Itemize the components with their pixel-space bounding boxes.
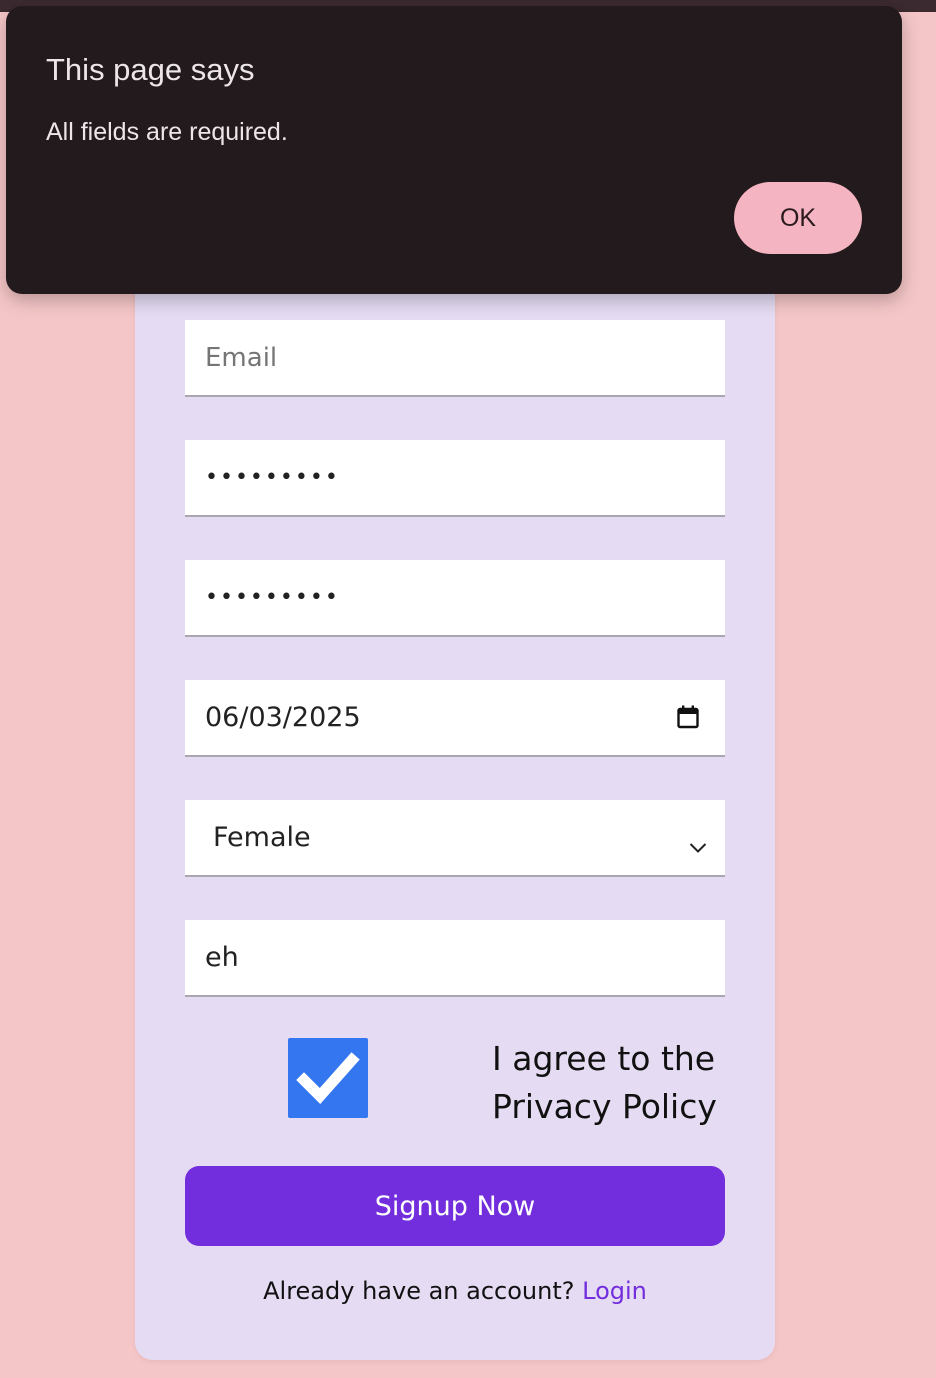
- chevron-down-icon: [689, 830, 707, 853]
- signup-button[interactable]: Signup Now: [185, 1166, 725, 1246]
- extra-text-value: eh: [205, 942, 239, 973]
- password-field[interactable]: •••••••••: [185, 440, 725, 517]
- email-field[interactable]: Email: [185, 320, 725, 397]
- login-link[interactable]: Login: [582, 1277, 647, 1305]
- ok-button[interactable]: OK: [734, 182, 862, 254]
- agree-label: I agree to the Privacy Policy: [492, 1039, 717, 1126]
- alert-dialog: This page says All fields are required. …: [6, 6, 902, 294]
- privacy-agreement-row: I agree to the Privacy Policy: [135, 1035, 775, 1126]
- extra-text-field[interactable]: eh: [185, 920, 725, 997]
- email-placeholder: Email: [205, 342, 278, 373]
- password-value: •••••••••: [205, 465, 340, 490]
- date-of-birth-field[interactable]: 06/03/2025: [185, 680, 725, 757]
- dialog-message: All fields are required.: [46, 118, 288, 146]
- agree-checkbox[interactable]: [288, 1038, 368, 1118]
- dialog-title: This page says: [46, 52, 255, 87]
- gender-selected-value: Female: [213, 822, 311, 853]
- checkmark-icon: [296, 1052, 360, 1105]
- gender-select[interactable]: Female: [185, 800, 725, 877]
- date-value: 06/03/2025: [205, 702, 361, 733]
- login-prompt-text: Already have an account?: [263, 1277, 575, 1305]
- login-prompt: Already have an account? Login: [135, 1277, 775, 1305]
- calendar-icon[interactable]: [677, 705, 699, 729]
- signup-card: Email ••••••••• ••••••••• 06/03/2025 Fem…: [135, 240, 775, 1360]
- confirm-password-value: •••••••••: [205, 585, 340, 610]
- confirm-password-field[interactable]: •••••••••: [185, 560, 725, 637]
